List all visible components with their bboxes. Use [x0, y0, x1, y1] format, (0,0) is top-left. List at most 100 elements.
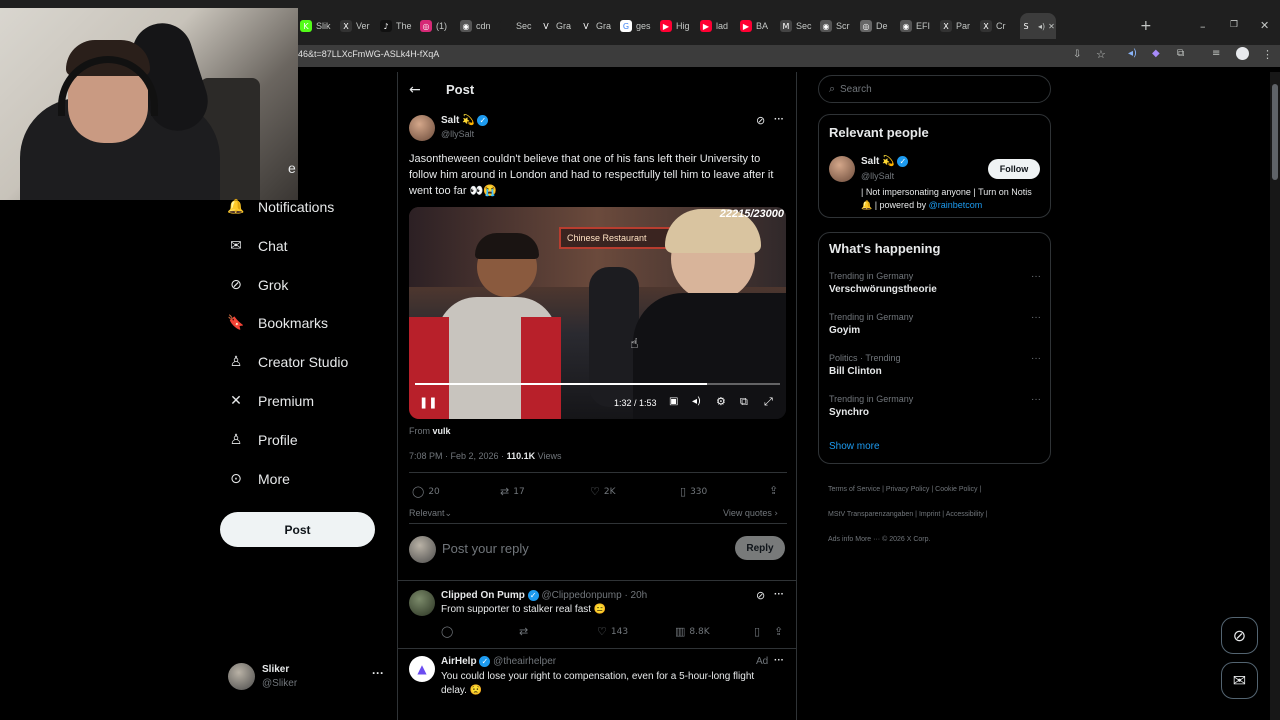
- browser-tab[interactable]: ◎ (1): [420, 13, 458, 39]
- view-quotes-link[interactable]: View quotes ›: [723, 508, 778, 519]
- bookmark-star-icon[interactable]: ☆: [1096, 48, 1106, 61]
- browser-tab[interactable]: K Slik: [300, 13, 338, 39]
- url-text[interactable]: 46&t=87LLXcFmWG-ASLk4H-fXqA: [298, 49, 439, 59]
- browser-tab[interactable]: Sec: [500, 13, 538, 39]
- reply-bookmark-action[interactable]: ▯: [754, 625, 764, 638]
- extension-shield-icon[interactable]: ◆: [1152, 48, 1160, 59]
- person-avatar[interactable]: [829, 156, 855, 182]
- post-author-name[interactable]: Salt 💫: [441, 115, 475, 126]
- person-name-row[interactable]: Salt 💫 ✓: [861, 156, 909, 167]
- footer-link[interactable]: MStV Transparenzangaben: [828, 511, 913, 518]
- trend-item[interactable]: Trending in Germany Verschwörungstheorie ·…: [829, 271, 1041, 295]
- grok-fab[interactable]: ⊘: [1221, 617, 1258, 654]
- volume-icon[interactable]: ◂): [692, 396, 701, 407]
- browser-tab[interactable]: X Ver: [340, 13, 378, 39]
- browser-tab[interactable]: Gges: [620, 13, 658, 39]
- picture-in-picture-icon[interactable]: ⧉: [740, 395, 748, 409]
- follow-button[interactable]: Follow: [988, 159, 1040, 179]
- reply-input[interactable]: Post your reply: [442, 541, 529, 556]
- reply-like-action[interactable]: ♡ 143: [597, 625, 628, 638]
- footer-link[interactable]: Ads info: [828, 536, 853, 543]
- browser-tab[interactable]: ▶ Hig: [660, 13, 698, 39]
- ad-author-name[interactable]: AirHelp: [441, 656, 477, 667]
- browser-tab[interactable]: S ◂) ✕: [1020, 13, 1056, 39]
- post-timestamp[interactable]: 7:08 PM · Feb 2, 2026 ·: [409, 451, 504, 461]
- trend-more-icon[interactable]: ···: [1031, 312, 1041, 323]
- trend-more-icon[interactable]: ···: [1031, 353, 1041, 364]
- footer-link[interactable]: © 2026 X Corp.: [882, 536, 930, 543]
- browser-tab[interactable]: X Par: [940, 13, 978, 39]
- bookmark-action[interactable]: ▯ 330: [680, 485, 707, 498]
- browser-tab[interactable]: V Gra: [580, 13, 618, 39]
- reply-author-handle[interactable]: @Clippedonpump: [541, 590, 621, 601]
- browser-tab[interactable]: ◉ cdn: [460, 13, 498, 39]
- browser-tab[interactable]: ♪ The: [380, 13, 418, 39]
- reply-time[interactable]: · 20h: [624, 590, 647, 601]
- browser-tab[interactable]: ◉ Scr: [820, 13, 858, 39]
- footer-link[interactable]: Imprint: [919, 511, 940, 518]
- footer-link[interactable]: Terms of Service: [828, 486, 880, 493]
- browser-tab[interactable]: ▶ lad: [700, 13, 738, 39]
- like-action[interactable]: ♡ 2K: [590, 485, 616, 498]
- reply-button[interactable]: Reply: [735, 536, 785, 560]
- back-arrow-icon[interactable]: ←: [409, 82, 421, 98]
- trend-item[interactable]: Trending in Germany Synchro ···: [829, 394, 1041, 418]
- ad-more-icon[interactable]: ···: [774, 655, 784, 666]
- settings-gear-icon[interactable]: ⚙: [716, 395, 726, 408]
- reply-share-action[interactable]: ⇪: [774, 625, 787, 638]
- repost-action[interactable]: ⇄ 17: [500, 485, 525, 498]
- minimize-icon[interactable]: –: [1200, 20, 1206, 33]
- video-progress-track[interactable]: [415, 383, 780, 385]
- trend-more-icon[interactable]: ···: [1031, 394, 1041, 405]
- post-author-handle[interactable]: @llySalt: [441, 129, 474, 139]
- post-author-row[interactable]: Salt 💫 ✓: [441, 115, 489, 126]
- reply-views-action[interactable]: ▥ 8.8K: [675, 625, 710, 638]
- person-name[interactable]: Salt 💫: [861, 156, 895, 167]
- grok-icon[interactable]: ⊘: [756, 114, 765, 127]
- search-input[interactable]: Search: [840, 84, 872, 95]
- sidebar-item-chat[interactable]: ✉ Chat: [228, 234, 287, 258]
- sidebar-item-creator-studio[interactable]: ♙ Creator Studio: [228, 350, 349, 374]
- video-player[interactable]: Chinese Restaurant 22215/23000 ❚❚ 1:32 /…: [409, 207, 786, 419]
- grok-icon[interactable]: ⊘: [756, 589, 765, 602]
- account-menu-icon[interactable]: ···: [372, 666, 384, 680]
- chrome-menu-icon[interactable]: ⋮: [1262, 48, 1273, 61]
- nav-partial-label[interactable]: e: [288, 160, 296, 176]
- reply-reply-action[interactable]: ◯: [441, 625, 457, 638]
- pause-icon[interactable]: ❚❚: [419, 396, 437, 409]
- search-box[interactable]: ⌕ Search: [818, 75, 1051, 103]
- ad-author-avatar[interactable]: ▲: [409, 656, 435, 682]
- captions-icon[interactable]: ▣: [669, 396, 678, 407]
- tab-audio-icon[interactable]: ◂): [1038, 22, 1045, 31]
- messages-fab[interactable]: ✉: [1221, 662, 1258, 699]
- ad-author-handle[interactable]: @theairhelper: [493, 656, 556, 667]
- trend-item[interactable]: Trending in Germany Goyim ···: [829, 312, 1041, 336]
- account-switcher[interactable]: Sliker @Sliker ···: [228, 662, 398, 692]
- footer-link[interactable]: Cookie Policy: [935, 486, 977, 493]
- sidebar-item-grok[interactable]: ⊘ Grok: [228, 273, 288, 297]
- post-button[interactable]: Post: [220, 512, 375, 547]
- sidebar-item-notifications[interactable]: 🔔 Notifications: [227, 195, 334, 219]
- footer-link[interactable]: Privacy Policy: [886, 486, 930, 493]
- restore-icon[interactable]: ❐: [1230, 20, 1238, 30]
- browser-tab[interactable]: X Cr: [980, 13, 1018, 39]
- browser-tab[interactable]: ◉ EFI: [900, 13, 938, 39]
- sidebar-item-bookmarks[interactable]: 🔖 Bookmarks: [227, 311, 328, 335]
- sidebar-item-more[interactable]: ⊙ More: [228, 467, 290, 491]
- person-bio-link[interactable]: @rainbetcom: [929, 200, 983, 210]
- scrollbar-thumb[interactable]: [1272, 84, 1278, 180]
- tab-close-icon[interactable]: ✕: [1048, 22, 1055, 31]
- reading-list-icon[interactable]: ≡: [1212, 48, 1220, 59]
- browser-tab[interactable]: ◎ De: [860, 13, 898, 39]
- post-author-avatar[interactable]: [409, 115, 435, 141]
- trend-more-icon[interactable]: ···: [1031, 271, 1041, 282]
- footer-link[interactable]: More ···: [855, 536, 880, 543]
- share-action[interactable]: ⇪: [769, 484, 782, 497]
- sidebar-item-premium[interactable]: ✕ Premium: [228, 389, 314, 413]
- sort-dropdown[interactable]: Relevant⌄: [409, 508, 452, 519]
- install-app-icon[interactable]: ⇩: [1073, 49, 1081, 60]
- reply-action[interactable]: ◯ 20: [412, 485, 440, 498]
- close-window-icon[interactable]: ✕: [1260, 19, 1269, 32]
- reply-repost-action[interactable]: ⇄: [519, 625, 532, 638]
- person-handle[interactable]: @llySalt: [861, 171, 894, 181]
